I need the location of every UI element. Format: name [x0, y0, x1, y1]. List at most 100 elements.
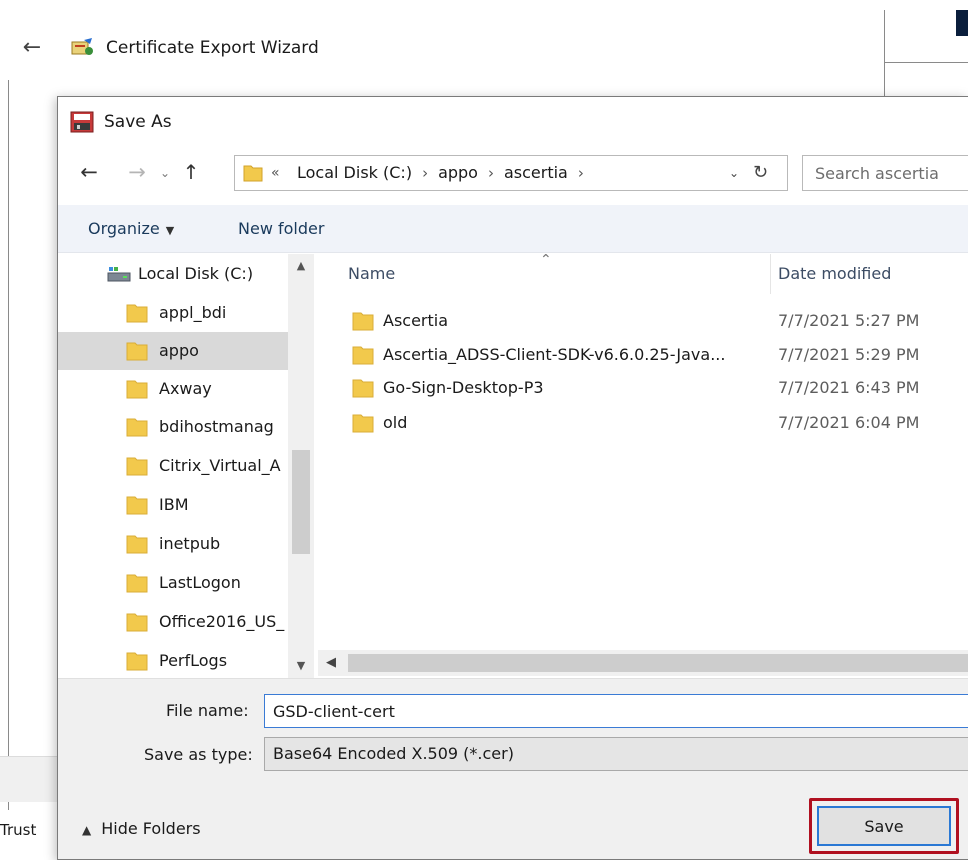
tree-item-bdihostmanag[interactable]: bdihostmanag: [58, 408, 288, 446]
file-row[interactable]: Ascertia_ADSS-Client-SDK-v6.6.0.25-Java.…: [318, 338, 968, 372]
tree-item-label: appl_bdi: [159, 303, 227, 322]
folder-icon: [243, 165, 263, 182]
chevron-down-icon[interactable]: ⌄: [156, 161, 174, 185]
folder-icon: [126, 496, 148, 515]
file-date: 7/7/2021 6:43 PM: [778, 378, 920, 397]
search-placeholder: Search ascertia: [815, 164, 939, 183]
chevron-down-icon[interactable]: ⌄: [729, 162, 739, 184]
folder-icon: [126, 574, 148, 593]
folder-icon: [352, 414, 374, 433]
folder-icon: [126, 613, 148, 632]
navigation-scrollbar[interactable]: ▲ ▼: [288, 254, 314, 678]
save-as-type-value: Base64 Encoded X.509 (*.cer): [273, 744, 514, 763]
file-name: Ascertia: [383, 311, 449, 330]
back-arrow-icon[interactable]: ←: [76, 159, 102, 185]
folder-icon: [352, 312, 374, 331]
tree-item-appo[interactable]: appo: [58, 332, 288, 370]
save-as-type-label: Save as type:: [144, 745, 253, 764]
wizard-left-border: [8, 80, 9, 810]
tree-item-perflogs[interactable]: PerfLogs: [58, 642, 288, 678]
file-date: 7/7/2021 6:04 PM: [778, 413, 920, 432]
scroll-down-icon[interactable]: ▼: [288, 656, 314, 676]
file-date: 7/7/2021 5:27 PM: [778, 311, 920, 330]
breadcrumb-item[interactable]: ascertia: [504, 162, 568, 184]
search-input[interactable]: Search ascertia: [802, 155, 968, 191]
address-bar[interactable]: « Local Disk (C:) › appo › ascertia › ⌄ ↻: [234, 155, 788, 191]
chevron-up-icon: ▲: [82, 823, 92, 837]
tree-item-appl-bdi[interactable]: appl_bdi: [58, 294, 288, 332]
hide-folders-label: Hide Folders: [101, 819, 201, 838]
breadcrumb: Local Disk (C:) › appo › ascertia ›: [297, 162, 594, 184]
tree-item-ibm[interactable]: IBM: [58, 486, 288, 524]
up-arrow-icon[interactable]: ↑: [178, 159, 204, 185]
folder-icon: [352, 346, 374, 365]
breadcrumb-overflow[interactable]: «: [271, 162, 280, 184]
file-row[interactable]: old 7/7/2021 6:04 PM: [318, 406, 968, 440]
tree-item-label: PerfLogs: [159, 651, 228, 670]
scroll-up-icon[interactable]: ▲: [288, 256, 314, 276]
scrollbar-thumb[interactable]: [348, 654, 968, 672]
dialog-title: Save As: [104, 112, 172, 132]
column-divider[interactable]: [770, 254, 771, 294]
wizard-title: Certificate Export Wizard: [106, 38, 319, 58]
tree-item-label: inetpub: [159, 534, 221, 553]
dialog-titlebar[interactable]: Save As: [58, 97, 968, 149]
folder-icon: [126, 535, 148, 554]
tree-item-label: bdihostmanag: [159, 417, 274, 436]
scrollbar-thumb[interactable]: [292, 450, 310, 554]
folder-icon: [126, 652, 148, 671]
file-name-label: File name:: [166, 701, 249, 720]
folder-icon: [126, 342, 148, 361]
caret-down-icon: ▼: [165, 224, 175, 237]
column-header-date-modified[interactable]: Date modified: [778, 262, 891, 286]
tree-item-label: Axway: [159, 379, 212, 398]
certificate-wizard-icon: [71, 38, 93, 55]
tree-item-inetpub[interactable]: inetpub: [58, 525, 288, 563]
back-arrow-icon[interactable]: ←: [18, 34, 46, 62]
organize-button[interactable]: Organize ▼: [88, 217, 174, 243]
save-as-icon: [70, 111, 94, 133]
tree-item-citrix[interactable]: Citrix_Virtual_A: [58, 447, 288, 485]
column-header-name[interactable]: Name: [348, 262, 395, 286]
save-as-dialog: Save As ← → ⌄ ↑ « Local Disk (C:) › appo › a…: [57, 96, 968, 860]
folder-icon: [352, 379, 374, 398]
navigation-pane: Local Disk (C:) appl_bdi appo Axway bdih…: [58, 254, 314, 678]
save-options-area: File name: Save as type: Base64 Encoded …: [58, 678, 968, 859]
folder-icon: [126, 457, 148, 476]
file-list-scrollbar[interactable]: ◀: [318, 650, 968, 676]
tree-item-label: LastLogon: [159, 573, 241, 592]
tree-item-local-disk[interactable]: Local Disk (C:): [106, 260, 253, 288]
breadcrumb-item[interactable]: Local Disk (C:): [297, 162, 412, 184]
file-row[interactable]: Go-Sign-Desktop-P3 7/7/2021 6:43 PM: [318, 371, 968, 405]
tree-item-label: IBM: [159, 495, 189, 514]
breadcrumb-item[interactable]: appo: [438, 162, 478, 184]
file-name-input[interactable]: [264, 694, 968, 728]
tree-item-label: Office2016_US_: [159, 612, 285, 631]
forward-arrow-icon[interactable]: →: [124, 159, 150, 185]
new-folder-button[interactable]: New folder: [238, 217, 324, 241]
command-toolbar: Organize ▼ New folder: [58, 205, 968, 253]
chevron-right-icon[interactable]: ›: [422, 162, 428, 184]
chevron-right-icon[interactable]: ›: [578, 162, 584, 184]
wizard-divider: [884, 62, 968, 63]
tree-item-lastlogon[interactable]: LastLogon: [58, 564, 288, 602]
file-name: Go-Sign-Desktop-P3: [383, 378, 544, 397]
wizard-bottom-text: Trust: [0, 821, 37, 839]
drive-icon: [107, 267, 131, 282]
refresh-icon[interactable]: ↻: [753, 161, 768, 185]
organize-label: Organize: [88, 219, 160, 238]
scroll-left-icon[interactable]: ◀: [320, 652, 342, 674]
tree-item-axway[interactable]: Axway: [58, 370, 288, 408]
file-name: Ascertia_ADSS-Client-SDK-v6.6.0.25-Java.…: [383, 345, 726, 364]
hide-folders-button[interactable]: ▲ Hide Folders: [82, 817, 201, 841]
folder-icon: [126, 418, 148, 437]
save-as-type-select[interactable]: Base64 Encoded X.509 (*.cer): [264, 737, 968, 771]
tree-item-office2016[interactable]: Office2016_US_: [58, 603, 288, 641]
file-date: 7/7/2021 5:29 PM: [778, 345, 920, 364]
folder-icon: [126, 304, 148, 323]
file-list: ⌃ Name Date modified Ascertia 7/7/2021 5…: [318, 254, 968, 678]
chevron-right-icon[interactable]: ›: [488, 162, 494, 184]
tree-item-label: Local Disk (C:): [138, 264, 254, 283]
file-row[interactable]: Ascertia 7/7/2021 5:27 PM: [318, 304, 968, 338]
save-button[interactable]: Save: [817, 806, 951, 846]
